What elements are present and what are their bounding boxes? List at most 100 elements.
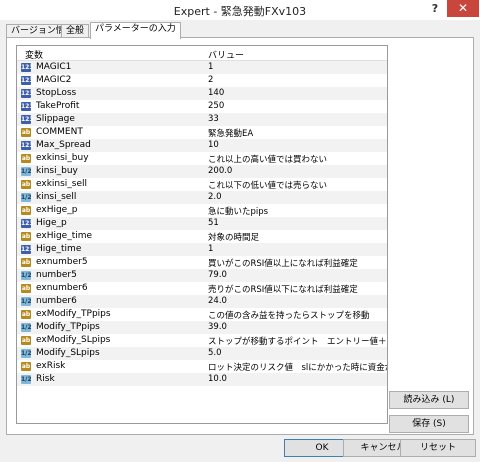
parameter-row[interactable]: 1/2 Modify_SLpips 5.0 <box>17 347 387 360</box>
parameter-value[interactable]: 1 <box>208 244 213 254</box>
parameter-name: exnumber6 <box>36 283 88 293</box>
string-type-icon: ab <box>21 362 31 371</box>
parameter-row[interactable]: ab exkinsi_buy これ以上の高い値では買わない <box>17 152 387 165</box>
parameter-value[interactable]: 10.0 <box>208 374 227 384</box>
close-icon[interactable]: ✕ <box>447 0 479 17</box>
integer-type-icon: 123 <box>21 141 34 150</box>
parameter-value[interactable]: 買いがこのRSI値以上になれば利益確定 <box>208 257 358 269</box>
string-type-icon: ab <box>21 232 31 241</box>
parameter-value[interactable]: 51 <box>208 218 219 228</box>
window-title: Expert - 緊急発動FXv103 <box>173 5 307 18</box>
parameter-value[interactable]: この値の含み益を持ったらストップを移動 <box>208 309 370 321</box>
parameter-row[interactable]: 1/2 number5 79.0 <box>17 269 387 282</box>
parameter-value[interactable]: 緊急発動EA <box>208 127 253 139</box>
double-type-icon: 1/2 <box>21 375 32 384</box>
parameter-value[interactable]: 5.0 <box>208 348 222 358</box>
parameter-value[interactable]: 200.0 <box>208 166 232 176</box>
parameter-row[interactable]: ab exkinsi_sell これ以下の低い値では売らない <box>17 178 387 191</box>
parameter-row[interactable]: ab exRisk ロット決定のリスク値 slにかかった時に資金が減る% <box>17 360 387 373</box>
parameter-value[interactable]: 10 <box>208 140 219 150</box>
parameter-name: exRisk <box>36 361 66 371</box>
parameter-value[interactable]: 急に動いたpips <box>208 205 268 217</box>
parameter-row[interactable]: 123 Hige_time 1 <box>17 243 387 256</box>
parameter-value[interactable]: 対象の時間足 <box>208 231 259 243</box>
parameter-name: Max_Spread <box>36 140 91 150</box>
integer-type-icon: 123 <box>21 89 34 98</box>
parameter-name: COMMENT <box>36 127 83 137</box>
double-type-icon: 1/2 <box>21 167 32 176</box>
parameter-name: StopLoss <box>36 88 77 98</box>
parameter-value[interactable]: 1 <box>208 62 213 72</box>
tab-general[interactable]: 全般 <box>61 24 90 38</box>
load-button[interactable]: 読み込み (L) <box>389 391 469 409</box>
parameter-row[interactable]: ab exHige_p 急に動いたpips <box>17 204 387 217</box>
tab-parameters[interactable]: パラメーターの入力 <box>90 22 181 39</box>
parameter-row[interactable]: ab COMMENT 緊急発動EA <box>17 126 387 139</box>
parameter-value[interactable]: 24.0 <box>208 296 227 306</box>
integer-type-icon: 123 <box>21 76 34 85</box>
parameter-row[interactable]: 1/2 Risk 10.0 <box>17 373 387 386</box>
parameter-name: exkinsi_sell <box>36 179 88 189</box>
title-bar[interactable]: Expert - 緊急発動FXv103 ? ✕ <box>0 0 480 20</box>
parameter-value[interactable]: 250 <box>208 101 224 111</box>
parameter-row[interactable]: 123 Slippage 33 <box>17 113 387 126</box>
integer-type-icon: 123 <box>21 219 34 228</box>
column-header-value[interactable]: バリュー <box>208 48 244 61</box>
string-type-icon: ab <box>21 154 31 163</box>
parameter-row[interactable]: 123 TakeProfit 250 <box>17 100 387 113</box>
parameter-name: kinsi_buy <box>36 166 78 176</box>
parameter-value[interactable]: 140 <box>208 88 224 98</box>
parameter-name: MAGIC1 <box>36 62 72 72</box>
save-button[interactable]: 保存 (S) <box>389 415 469 433</box>
parameter-row[interactable]: ab exHige_time 対象の時間足 <box>17 230 387 243</box>
parameter-name: exnumber5 <box>36 257 88 267</box>
double-type-icon: 1/2 <box>21 271 32 280</box>
parameter-value[interactable]: これ以下の低い値では売らない <box>208 179 327 191</box>
parameter-value[interactable]: 売りがこのRSI値以下になれば利益確定 <box>208 283 358 295</box>
parameter-name: Risk <box>36 374 55 384</box>
parameter-value[interactable]: 2.0 <box>208 192 222 202</box>
parameter-name: Hige_time <box>36 244 82 254</box>
parameter-value[interactable]: 39.0 <box>208 322 227 332</box>
parameter-value[interactable]: 2 <box>208 75 213 85</box>
double-type-icon: 1/2 <box>21 193 32 202</box>
parameter-row[interactable]: ab exModify_SLpips ストップが移動するポイント エントリー値＋(n… <box>17 334 387 347</box>
parameter-row[interactable]: 1/2 kinsi_buy 200.0 <box>17 165 387 178</box>
grid-rows: 123 MAGIC1 1 123 MAGIC2 2 123 StopLoss 140 123 Tak… <box>17 61 387 386</box>
parameter-row[interactable]: ab exModify_TPpips この値の含み益を持ったらストップを移動 <box>17 308 387 321</box>
string-type-icon: ab <box>21 128 31 137</box>
string-type-icon: ab <box>21 284 31 293</box>
parameter-value[interactable]: 79.0 <box>208 270 227 280</box>
parameter-value[interactable]: ロット決定のリスク値 slにかかった時に資金が減る% <box>208 361 387 373</box>
help-icon[interactable]: ? <box>424 2 446 16</box>
parameter-value[interactable]: これ以上の高い値では買わない <box>208 153 327 165</box>
parameter-name: TakeProfit <box>36 101 80 111</box>
parameter-row[interactable]: 123 StopLoss 140 <box>17 87 387 100</box>
parameter-name: number5 <box>36 270 77 280</box>
parameter-value[interactable]: ストップが移動するポイント エントリー値＋(n)pips <box>208 335 387 347</box>
parameter-row[interactable]: 1/2 number6 24.0 <box>17 295 387 308</box>
integer-type-icon: 123 <box>21 245 34 254</box>
parameters-grid[interactable]: 変数 バリュー 123 MAGIC1 1 123 MAGIC2 2 123 StopLoss 1… <box>16 45 388 424</box>
integer-type-icon: 123 <box>21 63 34 72</box>
parameter-row[interactable]: 123 MAGIC2 2 <box>17 74 387 87</box>
double-type-icon: 1/2 <box>21 323 32 332</box>
parameter-name: exHige_time <box>36 231 93 241</box>
parameter-value[interactable]: 33 <box>208 114 219 124</box>
parameter-row[interactable]: 123 Max_Spread 10 <box>17 139 387 152</box>
parameter-name: exModify_SLpips <box>36 335 111 345</box>
parameter-row[interactable]: 123 MAGIC1 1 <box>17 61 387 74</box>
reset-button[interactable]: リセット <box>400 439 476 457</box>
parameter-row[interactable]: 1/2 Modify_TPpips 39.0 <box>17 321 387 334</box>
parameter-row[interactable]: 1/2 kinsi_sell 2.0 <box>17 191 387 204</box>
parameter-name: exkinsi_buy <box>36 153 89 163</box>
column-header-variable[interactable]: 変数 <box>25 48 43 61</box>
parameters-panel: 変数 バリュー 123 MAGIC1 1 123 MAGIC2 2 123 StopLoss 1… <box>6 37 474 435</box>
parameter-name: Hige_p <box>36 218 67 228</box>
parameter-row[interactable]: ab exnumber6 売りがこのRSI値以下になれば利益確定 <box>17 282 387 295</box>
integer-type-icon: 123 <box>21 115 34 124</box>
string-type-icon: ab <box>21 258 31 267</box>
parameter-row[interactable]: ab exnumber5 買いがこのRSI値以上になれば利益確定 <box>17 256 387 269</box>
parameter-row[interactable]: 123 Hige_p 51 <box>17 217 387 230</box>
parameter-name: Modify_TPpips <box>36 322 100 332</box>
